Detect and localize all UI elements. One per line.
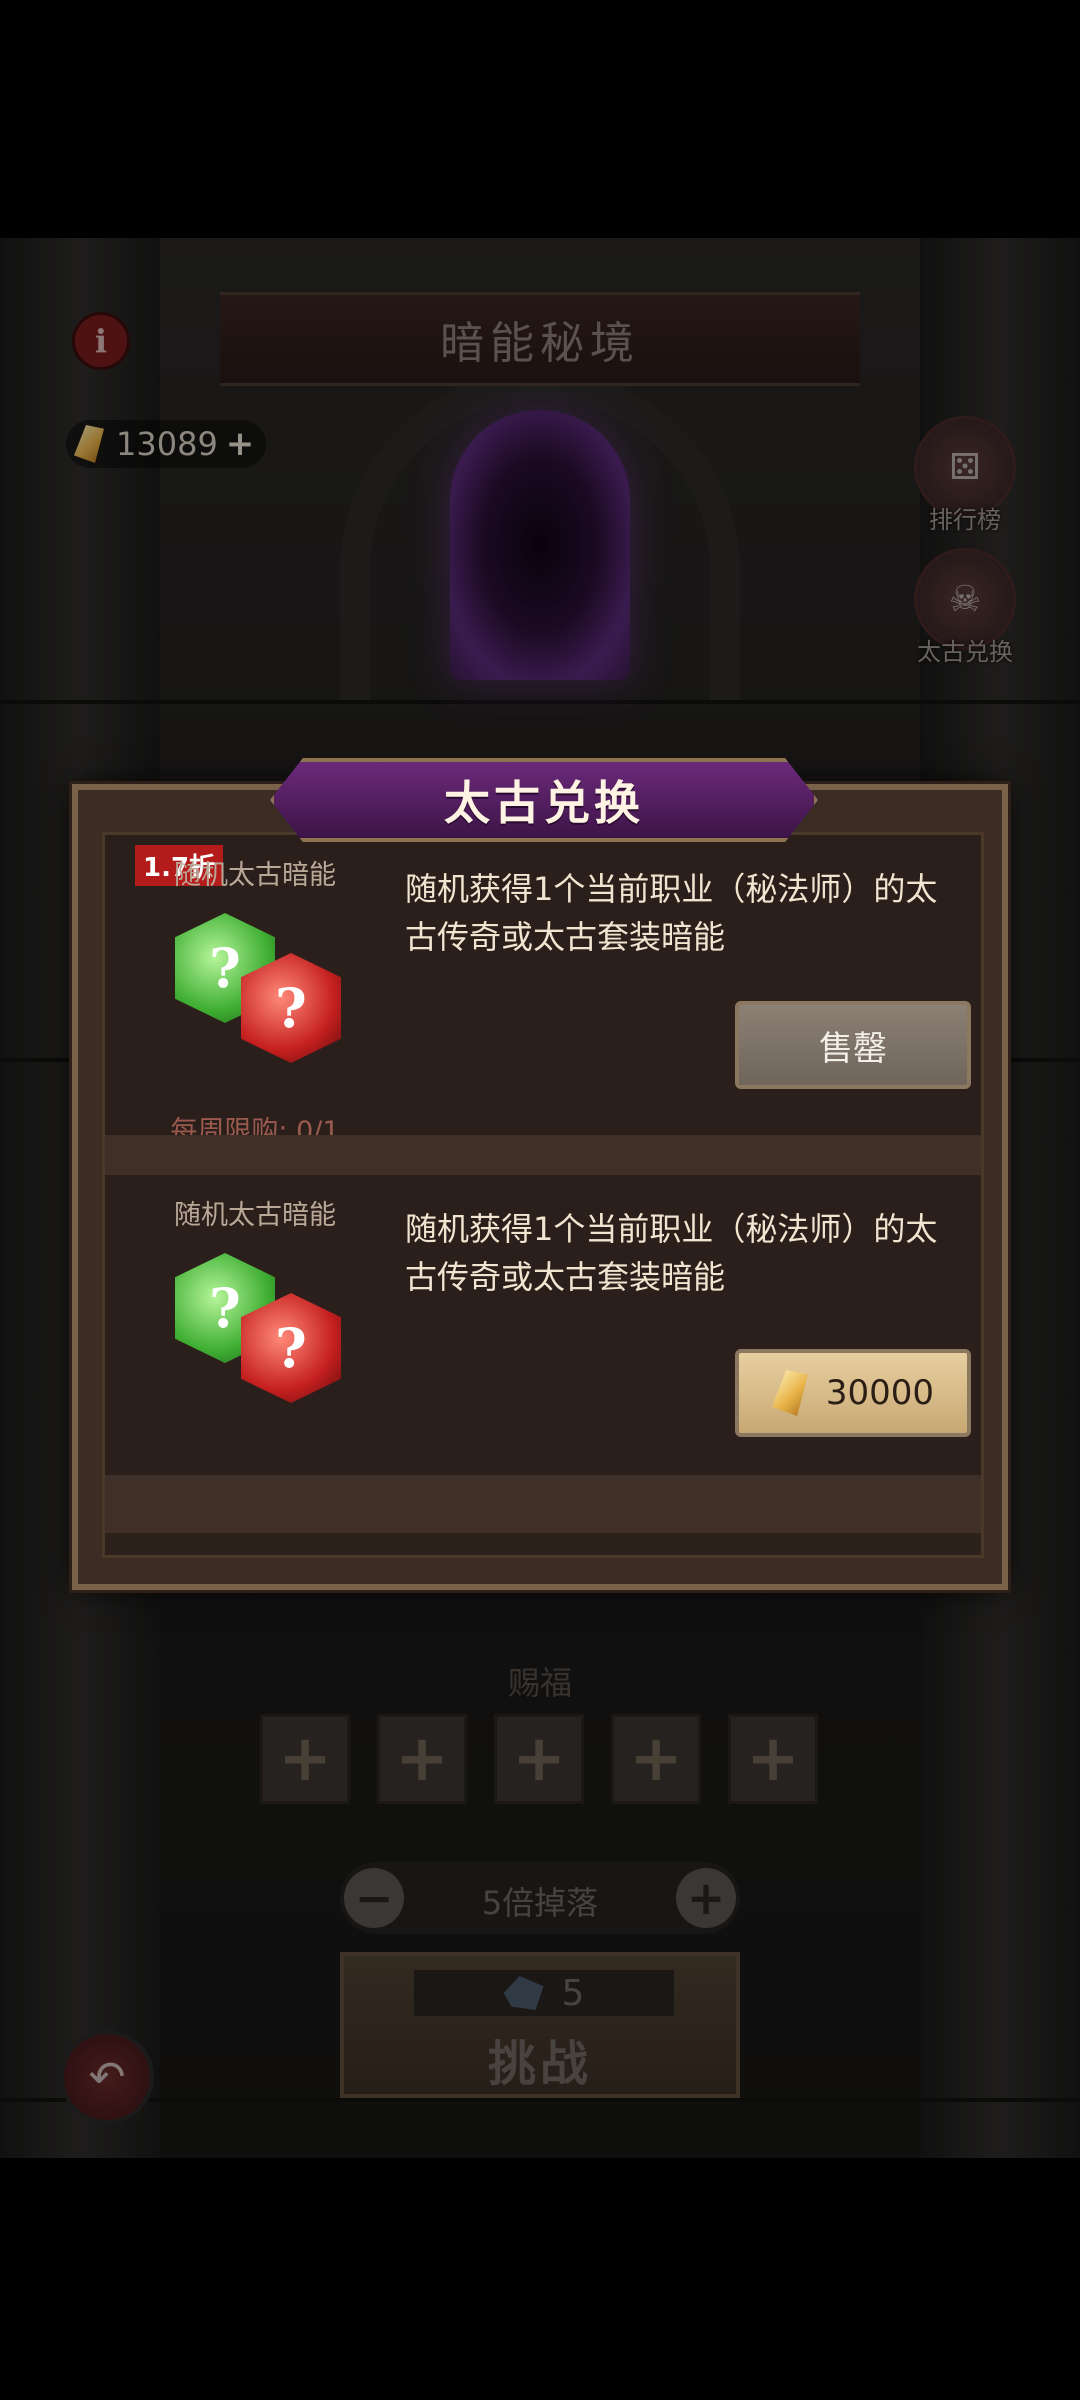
item-display: 随机太古暗能 ? ? [145,1193,365,1453]
modal-title-banner: 太古兑换 [270,758,818,842]
sold-out-button[interactable]: 售罄 [735,1001,971,1089]
item-display: 1.7折 随机太古暗能 ? ? 每周限购: 0/1 [135,845,365,1147]
item-description: 随机获得1个当前职业（秘法师）的太古传奇或太古套装暗能 [405,870,938,956]
shop-item-card: 1.7折 随机太古暗能 ? ? 每周限购: 0/1 随机获得1个当前职业（秘法师… [105,835,981,1147]
item-description: 随机获得1个当前职业（秘法师）的太古传奇或太古套装暗能 [405,1210,938,1296]
card-divider [105,1483,981,1533]
modal-title: 太古兑换 [444,776,644,830]
item-name: 随机太古暗能 [174,1200,336,1231]
buy-button[interactable]: 30000 [735,1349,971,1437]
item-name: 随机太古暗能 [174,860,336,891]
exchange-modal: 1.7折 随机太古暗能 ? ? 每周限购: 0/1 随机获得1个当前职业（秘法师… [72,784,1008,1590]
shop-item-card: 随机太古暗能 ? ? 随机获得1个当前职业（秘法师）的太古传奇或太古套装暗能 3… [105,1175,981,1483]
card-divider [105,1135,981,1175]
modal-content: 1.7折 随机太古暗能 ? ? 每周限购: 0/1 随机获得1个当前职业（秘法师… [102,832,984,1558]
crystal-icon [771,1370,808,1416]
price-value: 30000 [825,1373,935,1413]
